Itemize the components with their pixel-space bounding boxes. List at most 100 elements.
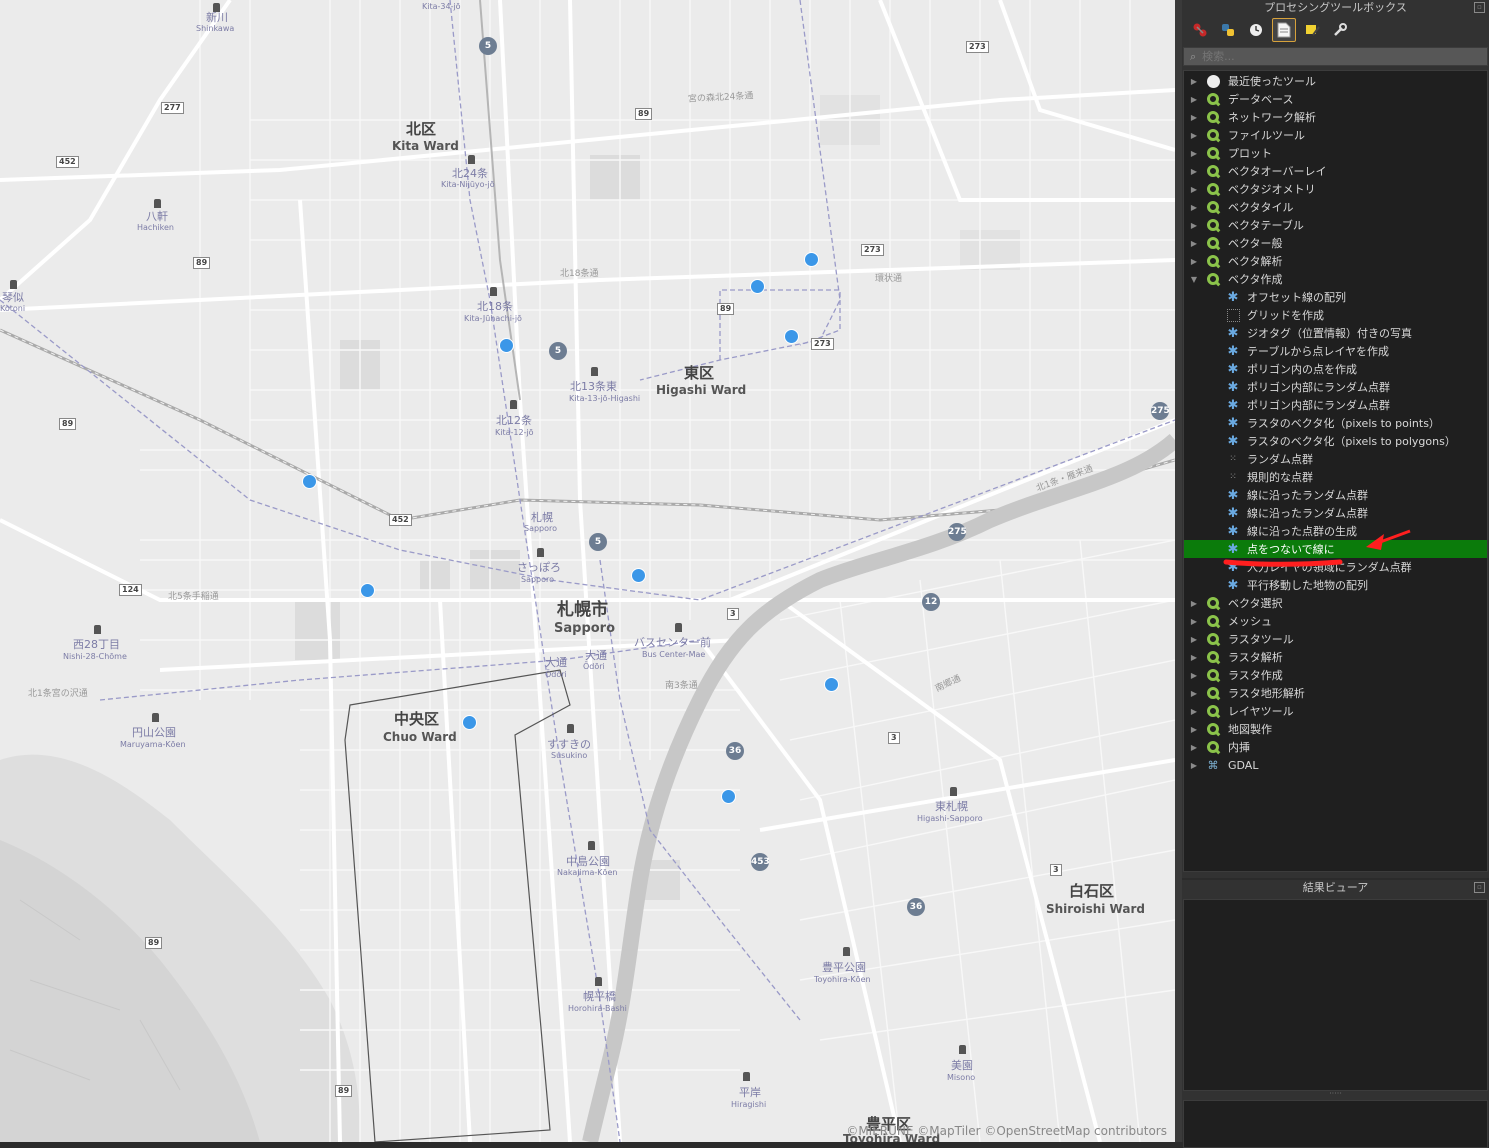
provider-group[interactable]: ▶ 内挿 — [1184, 738, 1487, 756]
map-point-feature[interactable] — [462, 715, 477, 730]
expand-arrow-icon[interactable]: ▶ — [1188, 131, 1200, 140]
expand-arrow-icon[interactable]: ▶ — [1188, 239, 1200, 248]
edit-features-icon[interactable] — [1300, 18, 1324, 42]
expand-arrow-icon[interactable]: ▶ — [1188, 221, 1200, 230]
expand-arrow-icon[interactable]: ▶ — [1188, 671, 1200, 680]
expand-arrow-icon[interactable]: ▶ — [1188, 761, 1200, 770]
algorithm-item[interactable]: ✱ 点をつないで線に — [1184, 540, 1487, 558]
map-point-feature[interactable] — [499, 338, 514, 353]
map-point-feature[interactable] — [784, 329, 799, 344]
algorithm-tree[interactable]: ▶ 最近使ったツール ▶ データベース ▶ ネットワーク解析 ▶ ファイルツール ▶ プロット ▶ ベ… — [1183, 70, 1488, 872]
provider-group[interactable]: ▶ ファイルツール — [1184, 126, 1487, 144]
tree-item-label: 線に沿ったランダム点群 — [1247, 507, 1368, 520]
expand-arrow-icon[interactable]: ▶ — [1188, 203, 1200, 212]
tree-item-label: 平行移動した地物の配列 — [1247, 579, 1368, 592]
expand-arrow-icon[interactable]: ▶ — [1188, 185, 1200, 194]
results-list[interactable] — [1183, 899, 1488, 1091]
provider-group[interactable]: ▶ ベクタ解析 — [1184, 252, 1487, 270]
toolbox-search[interactable]: ⌕ — [1183, 47, 1488, 66]
algorithm-item[interactable]: グリッドを作成 — [1184, 306, 1487, 324]
map-point-feature[interactable] — [302, 474, 317, 489]
station-label: 札幌 — [531, 511, 553, 524]
provider-group[interactable]: ▶ データベース — [1184, 90, 1487, 108]
map-point-feature[interactable] — [750, 279, 765, 294]
expand-arrow-icon[interactable]: ▶ — [1188, 725, 1200, 734]
expand-arrow-icon[interactable]: ▶ — [1188, 743, 1200, 752]
algorithm-item[interactable]: ✱ ポリゴン内部にランダム点群 — [1184, 378, 1487, 396]
resize-handle[interactable]: ····· — [1182, 1090, 1489, 1098]
algorithm-item[interactable]: ⁙ ランダム点群 — [1184, 450, 1487, 468]
search-input[interactable] — [1202, 50, 1463, 63]
algorithm-item[interactable]: ✱ ラスタのベクタ化（pixels to polygons） — [1184, 432, 1487, 450]
higashi-ward-en-label: Higashi Ward — [656, 383, 747, 397]
algorithm-item[interactable]: ✱ ポリゴン内の点を作成 — [1184, 360, 1487, 378]
map-point-feature[interactable] — [631, 568, 646, 583]
provider-group[interactable]: ▶ 最近使ったツール — [1184, 72, 1487, 90]
provider-group[interactable]: ▶ メッシュ — [1184, 612, 1487, 630]
expand-arrow-icon[interactable]: ▶ — [1188, 617, 1200, 626]
provider-group[interactable]: ▶ ラスタ作成 — [1184, 666, 1487, 684]
expand-arrow-icon[interactable]: ▶ — [1188, 635, 1200, 644]
provider-group[interactable]: ▶ レイヤツール — [1184, 702, 1487, 720]
float-panel-icon[interactable]: ▫ — [1474, 2, 1485, 13]
expand-arrow-icon[interactable]: ▶ — [1188, 653, 1200, 662]
expand-arrow-icon[interactable]: ▶ — [1188, 149, 1200, 158]
algorithm-item[interactable]: ✱ ポリゴン内部にランダム点群 — [1184, 396, 1487, 414]
algorithm-item[interactable]: ✱ オフセット線の配列 — [1184, 288, 1487, 306]
expand-arrow-icon[interactable]: ▶ — [1188, 167, 1200, 176]
provider-group[interactable]: ▶ ネットワーク解析 — [1184, 108, 1487, 126]
algorithm-item[interactable]: ✱ 平行移動した地物の配列 — [1184, 576, 1487, 594]
route-shield: 273 — [811, 338, 834, 350]
algorithm-item[interactable]: ✱ 線に沿ったランダム点群 — [1184, 504, 1487, 522]
provider-group[interactable]: ▶ ベクタテーブル — [1184, 216, 1487, 234]
map-point-feature[interactable] — [721, 789, 736, 804]
provider-group[interactable]: ▶ ラスタ解析 — [1184, 648, 1487, 666]
provider-group[interactable]: ▶ ベクタ選択 — [1184, 594, 1487, 612]
qgis-provider-icon — [1206, 614, 1220, 628]
algorithm-item[interactable]: ✱ 入力レイヤの領域にランダム点群 — [1184, 558, 1487, 576]
algorithm-item[interactable]: ⁙ 規則的な点群 — [1184, 468, 1487, 486]
station-label: 幌平橋 — [583, 990, 616, 1003]
qgis-provider-icon — [1206, 146, 1220, 160]
algorithm-item[interactable]: ✱ ジオタグ（位置情報）付きの写真 — [1184, 324, 1487, 342]
grid-icon — [1226, 308, 1240, 322]
collapse-arrow-icon[interactable]: ▼ — [1188, 275, 1200, 284]
expand-arrow-icon[interactable]: ▶ — [1188, 257, 1200, 266]
algorithm-item[interactable]: ✱ 線に沿ったランダム点群 — [1184, 486, 1487, 504]
history-icon[interactable] — [1244, 18, 1268, 42]
provider-group[interactable]: ▶ ベクタオーバーレイ — [1184, 162, 1487, 180]
float-panel-icon[interactable]: ▫ — [1474, 882, 1485, 893]
map-point-feature[interactable] — [824, 677, 839, 692]
qgis-provider-icon — [1206, 128, 1220, 142]
python-icon[interactable] — [1216, 18, 1240, 42]
provider-group[interactable]: ▶ ベクター般 — [1184, 234, 1487, 252]
provider-group[interactable]: ▶ ラスタ地形解析 — [1184, 684, 1487, 702]
provider-group[interactable]: ▶ ラスタツール — [1184, 630, 1487, 648]
algorithm-item[interactable]: ✱ ラスタのベクタ化（pixels to points） — [1184, 414, 1487, 432]
models-icon[interactable] — [1188, 18, 1212, 42]
provider-group[interactable]: ▶ プロット — [1184, 144, 1487, 162]
algorithm-item[interactable]: ✱ 線に沿った点群の生成 — [1184, 522, 1487, 540]
options-icon[interactable] — [1328, 18, 1352, 42]
map-canvas[interactable]: 北区 Kita Ward 東区 Higashi Ward 札幌市 Sapporo… — [0, 0, 1175, 1142]
provider-group[interactable]: ▶ ベクタジオメトリ — [1184, 180, 1487, 198]
dock-splitter[interactable] — [1175, 0, 1182, 1142]
provider-group[interactable]: ▶ ⌘ GDAL — [1184, 756, 1487, 774]
results-icon[interactable] — [1272, 18, 1296, 42]
expand-arrow-icon[interactable]: ▶ — [1188, 95, 1200, 104]
route-shield: 5 — [549, 342, 567, 360]
expand-arrow-icon[interactable]: ▶ — [1188, 599, 1200, 608]
station-label: 八軒 — [146, 210, 168, 223]
algorithm-item[interactable]: ✱ テーブルから点レイヤを作成 — [1184, 342, 1487, 360]
expand-arrow-icon[interactable]: ▶ — [1188, 77, 1200, 86]
expand-arrow-icon[interactable]: ▶ — [1188, 707, 1200, 716]
provider-group[interactable]: ▶ 地図製作 — [1184, 720, 1487, 738]
station-label: 平岸 — [739, 1086, 761, 1099]
provider-group[interactable]: ▼ ベクタ作成 — [1184, 270, 1487, 288]
train-station-icon — [152, 713, 159, 722]
expand-arrow-icon[interactable]: ▶ — [1188, 113, 1200, 122]
map-point-feature[interactable] — [804, 252, 819, 267]
expand-arrow-icon[interactable]: ▶ — [1188, 689, 1200, 698]
map-point-feature[interactable] — [360, 583, 375, 598]
provider-group[interactable]: ▶ ベクタタイル — [1184, 198, 1487, 216]
